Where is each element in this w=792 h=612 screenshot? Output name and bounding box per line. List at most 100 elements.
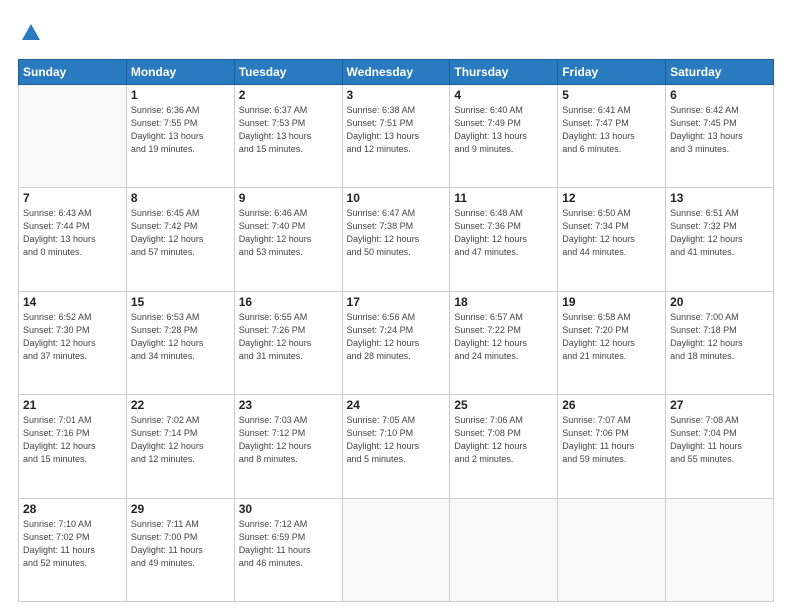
calendar-day-cell: 12 Sunrise: 6:50 AM Sunset: 7:34 PM Dayli… (558, 188, 666, 291)
calendar-week-row: 1 Sunrise: 6:36 AM Sunset: 7:55 PM Daylig… (19, 84, 774, 187)
calendar-day-cell: 20 Sunrise: 7:00 AM Sunset: 7:18 PM Dayli… (666, 291, 774, 394)
weekday-header-row: SundayMondayTuesdayWednesdayThursdayFrid… (19, 59, 774, 84)
day-info: Sunrise: 6:41 AM Sunset: 7:47 PM Dayligh… (562, 104, 661, 156)
calendar-day-cell: 17Sunrise: 6:56 AM Sunset: 7:24 PM Dayli… (342, 291, 450, 394)
calendar-day-cell: 1 Sunrise: 6:36 AM Sunset: 7:55 PM Daylig… (126, 84, 234, 187)
day-number: 2 (239, 88, 338, 102)
day-number: 5 (562, 88, 661, 102)
calendar-day-cell: 16Sunrise: 6:55 AM Sunset: 7:26 PM Dayli… (234, 291, 342, 394)
day-number: 4 (454, 88, 553, 102)
weekday-cell: Wednesday (342, 59, 450, 84)
day-number: 20 (670, 295, 769, 309)
day-info: Sunrise: 6:56 AM Sunset: 7:24 PM Dayligh… (347, 311, 446, 363)
day-number: 13 (670, 191, 769, 205)
page: SundayMondayTuesdayWednesdayThursdayFrid… (0, 0, 792, 612)
day-number: 11 (454, 191, 553, 205)
weekday-cell: Sunday (19, 59, 127, 84)
day-number: 26 (562, 398, 661, 412)
day-info: Sunrise: 7:06 AM Sunset: 7:08 PM Dayligh… (454, 414, 553, 466)
day-number: 16 (239, 295, 338, 309)
calendar-day-cell: 28 Sunrise: 7:10 AM Sunset: 7:02 PM Dayli… (19, 498, 127, 601)
day-info: Sunrise: 6:47 AM Sunset: 7:38 PM Dayligh… (347, 207, 446, 259)
day-number: 30 (239, 502, 338, 516)
day-number: 9 (239, 191, 338, 205)
calendar-week-row: 28 Sunrise: 7:10 AM Sunset: 7:02 PM Dayli… (19, 498, 774, 601)
day-info: Sunrise: 6:45 AM Sunset: 7:42 PM Dayligh… (131, 207, 230, 259)
calendar-week-row: 7Sunrise: 6:43 AM Sunset: 7:44 PM Daylig… (19, 188, 774, 291)
day-number: 25 (454, 398, 553, 412)
day-info: Sunrise: 6:42 AM Sunset: 7:45 PM Dayligh… (670, 104, 769, 156)
day-info: Sunrise: 6:46 AM Sunset: 7:40 PM Dayligh… (239, 207, 338, 259)
calendar-day-cell: 26Sunrise: 7:07 AM Sunset: 7:06 PM Dayli… (558, 395, 666, 498)
calendar-day-cell: 3 Sunrise: 6:38 AM Sunset: 7:51 PM Daylig… (342, 84, 450, 187)
calendar-day-cell: 19 Sunrise: 6:58 AM Sunset: 7:20 PM Dayli… (558, 291, 666, 394)
day-number: 8 (131, 191, 230, 205)
calendar-day-cell: 18 Sunrise: 6:57 AM Sunset: 7:22 PM Dayli… (450, 291, 558, 394)
day-number: 6 (670, 88, 769, 102)
calendar-day-cell (558, 498, 666, 601)
weekday-cell: Saturday (666, 59, 774, 84)
day-info: Sunrise: 7:05 AM Sunset: 7:10 PM Dayligh… (347, 414, 446, 466)
day-number: 15 (131, 295, 230, 309)
day-info: Sunrise: 6:58 AM Sunset: 7:20 PM Dayligh… (562, 311, 661, 363)
calendar-day-cell: 4 Sunrise: 6:40 AM Sunset: 7:49 PM Daylig… (450, 84, 558, 187)
day-number: 7 (23, 191, 122, 205)
calendar-day-cell: 8 Sunrise: 6:45 AM Sunset: 7:42 PM Daylig… (126, 188, 234, 291)
calendar-day-cell: 5 Sunrise: 6:41 AM Sunset: 7:47 PM Daylig… (558, 84, 666, 187)
day-info: Sunrise: 6:36 AM Sunset: 7:55 PM Dayligh… (131, 104, 230, 156)
day-number: 23 (239, 398, 338, 412)
calendar-day-cell (666, 498, 774, 601)
day-info: Sunrise: 6:51 AM Sunset: 7:32 PM Dayligh… (670, 207, 769, 259)
weekday-cell: Tuesday (234, 59, 342, 84)
calendar-day-cell: 14 Sunrise: 6:52 AM Sunset: 7:30 PM Dayli… (19, 291, 127, 394)
day-info: Sunrise: 6:50 AM Sunset: 7:34 PM Dayligh… (562, 207, 661, 259)
calendar-day-cell: 7Sunrise: 6:43 AM Sunset: 7:44 PM Daylig… (19, 188, 127, 291)
calendar-week-row: 14 Sunrise: 6:52 AM Sunset: 7:30 PM Dayli… (19, 291, 774, 394)
day-number: 10 (347, 191, 446, 205)
calendar-day-cell: 24 Sunrise: 7:05 AM Sunset: 7:10 PM Dayli… (342, 395, 450, 498)
day-info: Sunrise: 7:11 AM Sunset: 7:00 PM Dayligh… (131, 518, 230, 570)
calendar-day-cell: 25 Sunrise: 7:06 AM Sunset: 7:08 PM Dayli… (450, 395, 558, 498)
calendar-body: 1 Sunrise: 6:36 AM Sunset: 7:55 PM Daylig… (19, 84, 774, 601)
calendar-day-cell: 22Sunrise: 7:02 AM Sunset: 7:14 PM Dayli… (126, 395, 234, 498)
calendar-day-cell (342, 498, 450, 601)
day-info: Sunrise: 7:08 AM Sunset: 7:04 PM Dayligh… (670, 414, 769, 466)
day-info: Sunrise: 7:02 AM Sunset: 7:14 PM Dayligh… (131, 414, 230, 466)
day-number: 29 (131, 502, 230, 516)
logo-icon (20, 22, 42, 44)
day-info: Sunrise: 7:01 AM Sunset: 7:16 PM Dayligh… (23, 414, 122, 466)
calendar-day-cell: 2Sunrise: 6:37 AM Sunset: 7:53 PM Daylig… (234, 84, 342, 187)
calendar-day-cell (450, 498, 558, 601)
weekday-cell: Monday (126, 59, 234, 84)
day-info: Sunrise: 7:10 AM Sunset: 7:02 PM Dayligh… (23, 518, 122, 570)
calendar-day-cell: 9 Sunrise: 6:46 AM Sunset: 7:40 PM Daylig… (234, 188, 342, 291)
day-number: 12 (562, 191, 661, 205)
day-info: Sunrise: 6:52 AM Sunset: 7:30 PM Dayligh… (23, 311, 122, 363)
day-number: 19 (562, 295, 661, 309)
calendar-day-cell: 13 Sunrise: 6:51 AM Sunset: 7:32 PM Dayli… (666, 188, 774, 291)
calendar-day-cell: 11 Sunrise: 6:48 AM Sunset: 7:36 PM Dayli… (450, 188, 558, 291)
day-info: Sunrise: 6:38 AM Sunset: 7:51 PM Dayligh… (347, 104, 446, 156)
day-number: 24 (347, 398, 446, 412)
day-info: Sunrise: 7:03 AM Sunset: 7:12 PM Dayligh… (239, 414, 338, 466)
day-info: Sunrise: 6:48 AM Sunset: 7:36 PM Dayligh… (454, 207, 553, 259)
calendar-day-cell: 15 Sunrise: 6:53 AM Sunset: 7:28 PM Dayli… (126, 291, 234, 394)
day-number: 18 (454, 295, 553, 309)
calendar-day-cell: 6 Sunrise: 6:42 AM Sunset: 7:45 PM Daylig… (666, 84, 774, 187)
day-info: Sunrise: 7:00 AM Sunset: 7:18 PM Dayligh… (670, 311, 769, 363)
header-area (18, 18, 774, 49)
day-number: 28 (23, 502, 122, 516)
calendar-week-row: 21Sunrise: 7:01 AM Sunset: 7:16 PM Dayli… (19, 395, 774, 498)
day-number: 27 (670, 398, 769, 412)
day-number: 3 (347, 88, 446, 102)
day-info: Sunrise: 6:40 AM Sunset: 7:49 PM Dayligh… (454, 104, 553, 156)
calendar-day-cell: 29 Sunrise: 7:11 AM Sunset: 7:00 PM Dayli… (126, 498, 234, 601)
day-info: Sunrise: 6:53 AM Sunset: 7:28 PM Dayligh… (131, 311, 230, 363)
calendar-day-cell: 23 Sunrise: 7:03 AM Sunset: 7:12 PM Dayli… (234, 395, 342, 498)
day-number: 14 (23, 295, 122, 309)
day-info: Sunrise: 7:12 AM Sunset: 6:59 PM Dayligh… (239, 518, 338, 570)
calendar-table: SundayMondayTuesdayWednesdayThursdayFrid… (18, 59, 774, 602)
day-number: 1 (131, 88, 230, 102)
logo (18, 22, 42, 49)
day-info: Sunrise: 6:57 AM Sunset: 7:22 PM Dayligh… (454, 311, 553, 363)
